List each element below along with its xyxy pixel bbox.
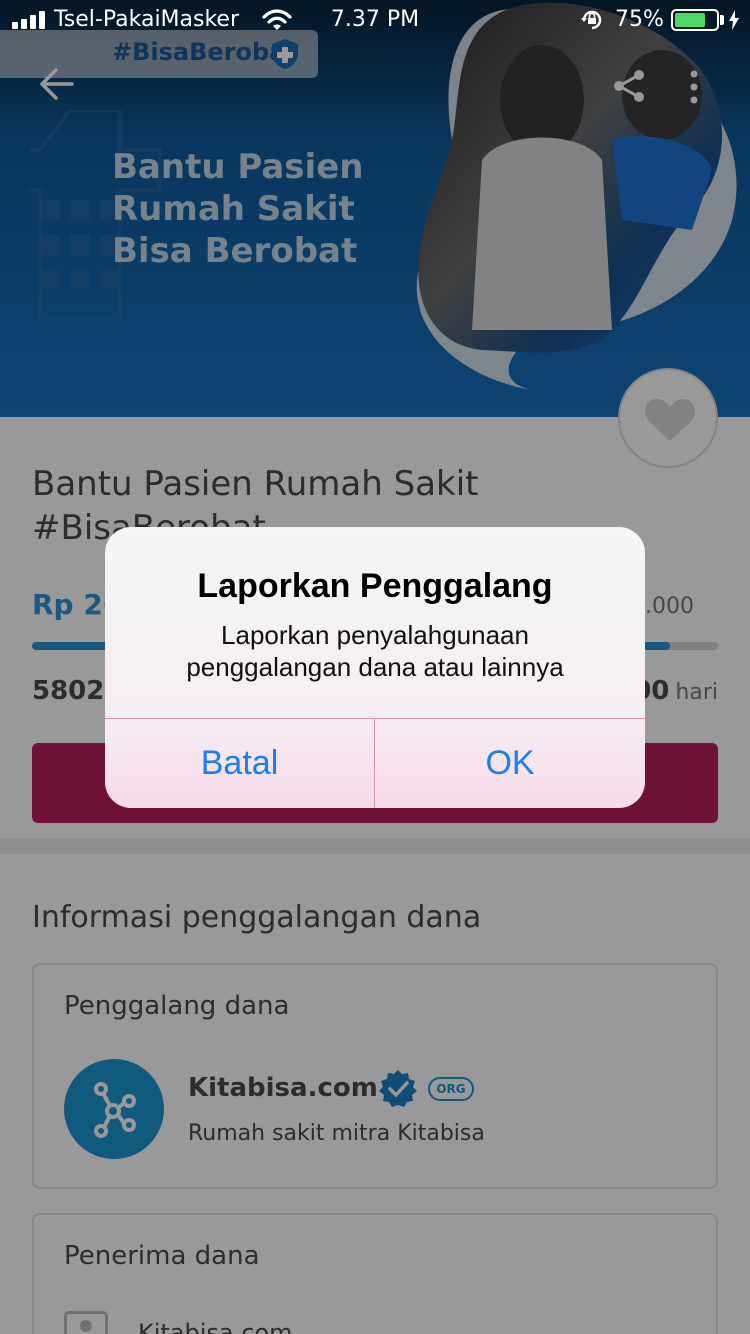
battery-tip — [720, 15, 724, 25]
cancel-button[interactable]: Batal — [105, 719, 374, 808]
report-fundraiser-dialog: Laporkan Penggalang Laporkan penyalahgun… — [105, 527, 645, 808]
orientation-lock-icon — [581, 10, 602, 30]
ok-button[interactable]: OK — [375, 719, 645, 808]
battery-level — [675, 13, 705, 27]
charging-bolt-icon — [729, 10, 739, 30]
dialog-message: Laporkan penyalahgunaan penggalangan dan… — [186, 620, 564, 682]
status-bar: Tsel-PakaiMasker 7.37 PM 75% — [0, 0, 750, 40]
battery-icon — [671, 9, 719, 31]
dialog-title: Laporkan Penggalang — [197, 567, 553, 605]
battery-percent: 75% — [615, 7, 664, 32]
